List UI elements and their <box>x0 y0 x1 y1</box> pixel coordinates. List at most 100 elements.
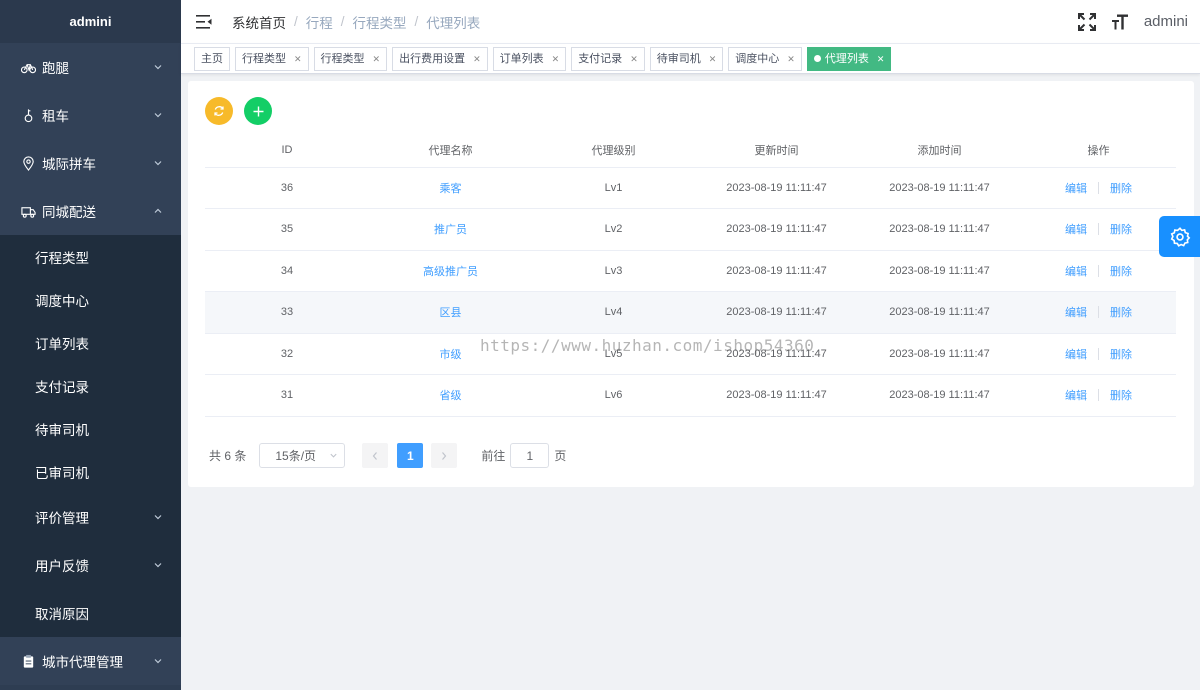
column-header: 操作 <box>1021 134 1176 168</box>
close-icon[interactable]: ✕ <box>473 48 481 70</box>
table-header-row: ID 代理名称 代理级别 更新时间 添加时间 操作 <box>205 134 1176 168</box>
sidebar-item-trip-type[interactable]: 行程类型 <box>0 235 181 278</box>
settings-button[interactable] <box>1159 216 1200 257</box>
chevron-down-icon <box>154 65 162 70</box>
location-icon <box>20 155 36 171</box>
column-header: 添加时间 <box>858 134 1021 168</box>
delete-link[interactable]: 删除 <box>1110 180 1132 196</box>
truck-icon <box>20 203 36 219</box>
table-row: 31 省级 Lv6 2023-08-19 11:11:47 2023-08-19… <box>205 374 1176 417</box>
refresh-button[interactable] <box>205 97 233 125</box>
column-header: ID <box>205 134 369 168</box>
fullscreen-icon[interactable] <box>1077 12 1096 31</box>
clipboard-icon <box>20 653 36 669</box>
font-size-icon[interactable] <box>1111 13 1129 31</box>
tag-fare-settings[interactable]: 出行费用设置 ✕ <box>392 46 488 71</box>
tag-pending-drivers[interactable]: 待审司机 ✕ <box>649 46 724 71</box>
column-header: 代理名称 <box>369 134 532 168</box>
sidebar-group-label: 同城配送 <box>42 205 96 220</box>
column-header: 更新时间 <box>695 134 858 168</box>
pagination: 共 6 条 15条/页 1 前往 1 页 <box>209 443 566 468</box>
tag-orders[interactable]: 订单列表 ✕ <box>492 46 567 71</box>
agent-name: 省级 <box>439 390 462 403</box>
agent-table: ID 代理名称 代理级别 更新时间 添加时间 操作 36 乘客 Lv1 2023… <box>205 134 1176 417</box>
close-icon[interactable]: ✕ <box>787 48 795 70</box>
breadcrumb-item[interactable]: 系统首页 <box>232 12 286 32</box>
delete-link[interactable]: 删除 <box>1110 346 1132 362</box>
top-navbar: 系统首页 / 行程 / 行程类型 / 代理列表 admini <box>181 0 1200 44</box>
toolbar <box>205 97 283 125</box>
sidebar-item-cancel-reasons[interactable]: 取消原因 <box>0 589 181 637</box>
delete-link[interactable]: 删除 <box>1110 263 1132 279</box>
next-page-button[interactable] <box>431 443 458 468</box>
close-icon[interactable]: ✕ <box>630 48 638 70</box>
table-row: 33 区县 Lv4 2023-08-19 11:11:47 2023-08-19… <box>205 291 1176 334</box>
tag-dispatch[interactable]: 调度中心 ✕ <box>728 46 802 71</box>
sidebar-group-errand[interactable]: 跑腿 <box>0 43 181 91</box>
breadcrumb-item: 代理列表 <box>426 15 481 31</box>
edit-link[interactable]: 编辑 <box>1065 346 1087 362</box>
edit-link[interactable]: 编辑 <box>1065 263 1087 279</box>
sidebar-group-rental[interactable]: 租车 <box>0 91 181 139</box>
delete-link[interactable]: 删除 <box>1110 221 1132 237</box>
agent-name: 市级 <box>439 348 462 361</box>
sidebar-group-city-agents[interactable]: 城市代理管理 <box>0 637 181 685</box>
table-row: 34 高级推广员 Lv3 2023-08-19 11:11:47 2023-08… <box>205 250 1176 292</box>
agent-name: 区县 <box>439 307 462 320</box>
content-card: ID 代理名称 代理级别 更新时间 添加时间 操作 36 乘客 Lv1 2023… <box>188 81 1194 487</box>
chevron-down-icon <box>154 515 162 520</box>
sidebar-item-feedback[interactable]: 用户反馈 <box>0 541 181 589</box>
menu-fold-icon[interactable] <box>196 14 212 29</box>
sidebar-group-intercity[interactable]: 城际拼车 <box>0 139 181 187</box>
sidebar-group-label: 租车 <box>42 109 69 124</box>
goto-label: 前往 <box>481 449 506 463</box>
sidebar-group-delivery[interactable]: 同城配送 <box>0 187 181 235</box>
goto-page-input[interactable]: 1 <box>510 443 550 468</box>
page-number-button[interactable]: 1 <box>397 443 424 468</box>
refresh-icon <box>214 106 224 116</box>
tag-payments[interactable]: 支付记录 ✕ <box>571 46 645 71</box>
sidebar-item-pending-drivers[interactable]: 待审司机 <box>0 407 181 450</box>
sidebar-item-reviews[interactable]: 评价管理 <box>0 493 181 541</box>
agent-name: 推广员 <box>434 224 467 237</box>
edit-link[interactable]: 编辑 <box>1065 387 1087 403</box>
edit-link[interactable]: 编辑 <box>1065 221 1087 237</box>
gear-icon <box>1170 226 1190 247</box>
user-name[interactable]: admini <box>1144 13 1188 30</box>
plus-icon <box>253 106 263 116</box>
active-dot <box>813 55 821 62</box>
tag-trip-type[interactable]: 行程类型 ✕ <box>235 46 309 71</box>
edit-link[interactable]: 编辑 <box>1065 304 1087 320</box>
chevron-right-icon <box>442 451 447 460</box>
total-count: 共 6 条 <box>209 449 247 463</box>
bicycle-icon <box>20 59 36 75</box>
tag-agent-list[interactable]: 代理列表 ✕ <box>806 46 892 71</box>
sidebar-item-approved-drivers[interactable]: 已审司机 <box>0 450 181 493</box>
edit-link[interactable]: 编辑 <box>1065 180 1087 196</box>
delete-link[interactable]: 删除 <box>1110 387 1132 403</box>
add-button[interactable] <box>244 97 272 125</box>
key-icon <box>20 107 36 123</box>
chevron-up-icon <box>154 208 162 213</box>
delete-link[interactable]: 删除 <box>1110 304 1132 320</box>
breadcrumb-item: 行程类型 <box>352 15 407 31</box>
goto-suffix: 页 <box>554 449 567 463</box>
sidebar-item-dispatch[interactable]: 调度中心 <box>0 278 181 321</box>
column-header: 代理级别 <box>532 134 695 168</box>
close-icon[interactable]: ✕ <box>709 48 717 70</box>
chevron-down-icon <box>154 563 162 568</box>
watermark-text: https://www.huzhan.com/ishop54360 <box>480 336 815 355</box>
sidebar: admini 跑腿 租车 城际拼车 同城配送 行程类型 调度中心 订单列表 支付… <box>0 0 181 690</box>
page-size-select[interactable]: 15条/页 <box>259 443 346 468</box>
close-icon[interactable]: ✕ <box>877 48 885 70</box>
close-icon[interactable]: ✕ <box>294 48 302 70</box>
sidebar-item-orders[interactable]: 订单列表 <box>0 321 181 364</box>
close-icon[interactable]: ✕ <box>373 48 381 70</box>
agent-name: 高级推广员 <box>423 265 478 278</box>
tag-home[interactable]: 主页 <box>194 46 230 71</box>
close-icon[interactable]: ✕ <box>552 48 560 70</box>
breadcrumb: 系统首页 / 行程 / 行程类型 / 代理列表 <box>232 12 480 32</box>
tag-trip-type[interactable]: 行程类型 ✕ <box>313 46 388 71</box>
prev-page-button[interactable] <box>362 443 389 468</box>
sidebar-item-payments[interactable]: 支付记录 <box>0 364 181 407</box>
